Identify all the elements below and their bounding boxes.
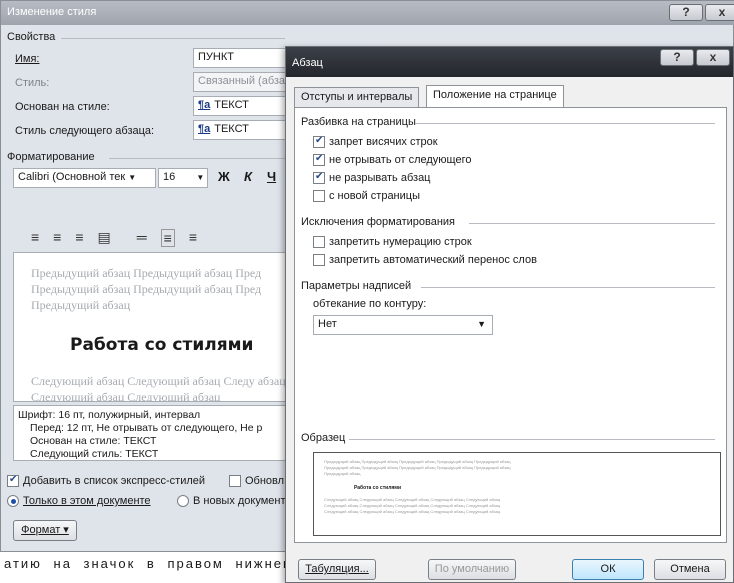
set-default-button[interactable]: По умолчанию xyxy=(428,559,516,580)
preview-sample-text: Работа со стилями xyxy=(70,335,254,355)
close-button[interactable]: x xyxy=(705,4,734,21)
help-button[interactable]: ? xyxy=(660,49,694,66)
chevron-down-icon: ▼ xyxy=(477,319,486,329)
chevron-down-icon: ▼ xyxy=(196,173,205,182)
exceptions-header: Исключения форматирования xyxy=(301,216,456,228)
paragraph-style-icon: ¶a xyxy=(198,99,211,111)
name-input[interactable]: ПУНКТ xyxy=(193,48,288,68)
modify-style-titlebar: Изменение стиля ? x xyxy=(1,1,734,25)
preview-next-paragraph: Следующий абзац Следующий абзац Следу аб… xyxy=(31,374,286,402)
tab-indents-spacing[interactable]: Отступы и интервалы xyxy=(294,87,420,107)
keep-with-next-checkbox[interactable]: не отрывать от следующего xyxy=(313,153,471,167)
font-size-select[interactable]: 16 ▼ xyxy=(158,168,208,188)
only-this-document-radio[interactable]: Только в этом документе xyxy=(7,495,151,508)
textbox-options-header: Параметры надписей xyxy=(301,280,412,292)
font-name-select[interactable]: Calibri (Основной тек ▼ xyxy=(13,168,156,188)
formatting-header: Форматирование xyxy=(7,151,95,163)
next-style-label: Стиль следующего абзаца: xyxy=(15,125,155,137)
italic-button[interactable]: К xyxy=(244,169,252,184)
background-document-text: атию на значок в правом нижнем xyxy=(4,556,294,571)
line-spacing-double-icon[interactable]: ≡ xyxy=(189,229,197,247)
align-center-icon[interactable]: ≡ xyxy=(53,229,61,247)
style-type-label: Стиль: xyxy=(15,77,50,89)
keep-lines-together-checkbox[interactable]: не разрывать абзац xyxy=(313,171,431,185)
sample-header: Образец xyxy=(301,432,346,444)
auto-update-checkbox[interactable]: Обновл xyxy=(229,475,284,488)
tight-wrap-label: обтекание по контуру: xyxy=(313,298,427,310)
cancel-button[interactable]: Отмена xyxy=(654,559,726,580)
suppress-line-numbers-checkbox[interactable]: запретить нумерацию строк xyxy=(313,236,472,249)
style-type-select: Связанный (абзац xyxy=(193,72,288,92)
line-spacing-onehalf-icon[interactable]: ≡ xyxy=(160,229,175,247)
sample-preview: Предыдущий абзац Предыдущий абзац Предыд… xyxy=(313,452,721,536)
justify-icon[interactable]: ▤ xyxy=(98,229,111,247)
bold-button[interactable]: Ж xyxy=(218,169,230,184)
tabs-button[interactable]: Табуляция... xyxy=(298,559,376,580)
paragraph-dialog: Абзац ? x Отступы и интервалы Положение … xyxy=(285,46,734,583)
next-style-select[interactable]: ¶a ТЕКСТ xyxy=(193,120,288,140)
tab-line-page-breaks[interactable]: Положение на странице xyxy=(426,85,564,108)
paragraph-dialog-title: Абзац xyxy=(292,57,323,69)
dialog-title: Изменение стиля xyxy=(7,6,97,18)
paragraph-style-icon: ¶a xyxy=(198,123,211,135)
properties-header: Свойства xyxy=(7,31,56,43)
paragraph-titlebar: Абзац ? x xyxy=(286,47,733,77)
based-on-select[interactable]: ¶a ТЕКСТ xyxy=(193,96,288,116)
dont-hyphenate-checkbox[interactable]: запретить автоматический перенос слов xyxy=(313,254,537,267)
close-button[interactable]: x xyxy=(696,49,730,66)
style-description: Шрифт: 16 пт, полужирный, интервал Перед… xyxy=(13,405,287,461)
pagination-header: Разбивка на страницы xyxy=(301,116,416,128)
line-spacing-single-icon[interactable]: ═ xyxy=(137,229,147,247)
help-button[interactable]: ? xyxy=(669,4,703,21)
name-label: Имя: xyxy=(15,53,40,65)
underline-button[interactable]: Ч xyxy=(267,169,276,184)
format-button[interactable]: Формат ▾ xyxy=(13,520,77,541)
align-right-icon[interactable]: ≡ xyxy=(75,229,83,247)
based-on-label: Основан на стиле: xyxy=(15,101,110,113)
preview-previous-paragraph: Предыдущий абзац Предыдущий абзац Пред П… xyxy=(31,266,262,312)
add-quick-styles-checkbox[interactable]: Добавить в список экспресс-стилей xyxy=(7,474,205,488)
tight-wrap-select[interactable]: Нет ▼ xyxy=(313,315,493,335)
style-preview: Предыдущий абзац Предыдущий абзац Пред П… xyxy=(13,252,287,402)
widow-control-checkbox[interactable]: запрет висячих строк xyxy=(313,135,438,149)
align-left-icon[interactable]: ≡ xyxy=(31,229,39,247)
chevron-down-icon: ▼ xyxy=(128,173,137,182)
page-break-before-checkbox[interactable]: с новой страницы xyxy=(313,190,420,203)
ok-button[interactable]: ОК xyxy=(572,559,644,580)
new-documents-radio[interactable]: В новых документ xyxy=(177,495,286,508)
tab-panel: Разбивка на страницы запрет висячих стро… xyxy=(294,107,727,543)
